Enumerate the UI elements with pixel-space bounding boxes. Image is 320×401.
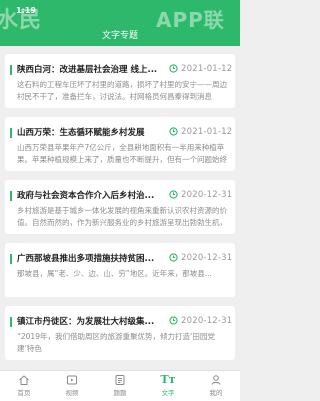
article-title[interactable]: 广西那坡县推出多项措施扶持贫困...: [17, 252, 162, 264]
article-title[interactable]: 山西万荣：生态循环赋能乡村发展: [17, 126, 162, 138]
article-list: 陕西白河：改进基层社会治理 线上... 2021-01-12 这石料的工程车压坏…: [0, 54, 240, 370]
article-card[interactable]: 镇江市丹徒区：为发展壮大村级集... 2020-12-31 “2019年，我们借…: [5, 306, 235, 360]
clock-icon: [169, 190, 178, 199]
bottom-tab-bar: 首页 视频 题题 Tт 文字 我的: [0, 370, 240, 401]
tab-label: 题题: [113, 389, 127, 397]
title-accent-bar: [10, 317, 12, 327]
tab-label: 首页: [17, 389, 31, 397]
tab-label: 视频: [65, 389, 79, 397]
tab-video[interactable]: 视频: [48, 371, 96, 401]
title-accent-bar: [10, 65, 12, 75]
tab-topic[interactable]: 题题: [96, 371, 144, 401]
article-date: 2020-12-31: [181, 316, 233, 326]
article-summary: “2019年，我们借助周区的旅游重聚优势，倾力打造‘田园党建’特色: [17, 332, 215, 353]
clock-icon: [169, 253, 178, 262]
clock-icon: [169, 127, 178, 136]
home-icon: [19, 375, 29, 385]
article-summary: 那坡县，属“老、少、边、山、穷”地区。近年来，那坡县...: [17, 269, 212, 278]
page-title: 文字专题: [101, 31, 138, 41]
title-accent-bar: [10, 254, 12, 264]
video-icon: [67, 375, 77, 385]
article-summary: 乡村旅游是基于城乡一体化发展的视角来重新认识农村资源的价值。自然而然的，作为新兴…: [17, 206, 227, 227]
clock-icon: [169, 64, 178, 73]
article-summary: 这石料的工程车压坏了村里的道路，损坏了村里的安宁——周边村民不干了，准备拦车，讨…: [17, 80, 227, 101]
tab-text[interactable]: Tт 文字: [144, 371, 192, 401]
article-card[interactable]: 陕西白河：改进基层社会治理 线上... 2021-01-12 这石料的工程车压坏…: [5, 54, 235, 108]
article-title[interactable]: 镇江市丹徒区：为发展壮大村级集...: [17, 315, 162, 327]
article-date: 2020-12-31: [181, 190, 233, 200]
tab-label: 我的: [209, 389, 223, 397]
clock-icon: [169, 316, 178, 325]
text-icon: Tт: [160, 373, 176, 386]
profile-icon: [211, 375, 221, 385]
article-card[interactable]: 广西那坡县推出多项措施扶持贫困... 2020-12-31 那坡县，属“老、少、…: [5, 243, 235, 297]
article-date: 2020-12-31: [181, 253, 233, 263]
topic-icon: [115, 375, 125, 385]
article-date: 2021-01-12: [181, 127, 233, 137]
tab-profile[interactable]: 我的: [192, 371, 240, 401]
article-summary: 山西万荣县苹果年产7亿公斤，全县耕地面积有一半用来种植苹果。苹果种植规模上来了，…: [17, 143, 227, 164]
article-title[interactable]: 陕西白河：改进基层社会治理 线上...: [17, 63, 162, 75]
app-header: 1:19 水民 APP联 文字专题: [0, 0, 240, 46]
article-title[interactable]: 政府与社会资本合作介入后乡村治...: [17, 189, 162, 201]
title-accent-bar: [10, 191, 12, 201]
tab-home[interactable]: 首页: [0, 371, 48, 401]
article-date: 2021-01-12: [181, 64, 233, 74]
article-card[interactable]: 山西万荣：生态循环赋能乡村发展 2021-01-12 山西万荣县苹果年产7亿公斤…: [5, 117, 235, 171]
article-card[interactable]: 政府与社会资本合作介入后乡村治... 2020-12-31 乡村旅游是基于城乡一…: [5, 180, 235, 234]
title-accent-bar: [10, 128, 12, 138]
tab-label: 文字: [161, 389, 175, 397]
